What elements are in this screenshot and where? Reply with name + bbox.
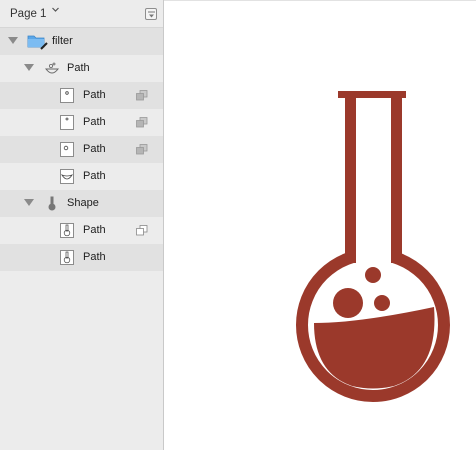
path-thumbnail-icon <box>60 88 74 103</box>
mask-icon[interactable] <box>136 117 148 128</box>
chevron-down-icon[interactable] <box>52 6 59 13</box>
page-menu-button[interactable] <box>145 8 157 20</box>
layer-label: Shape <box>67 197 99 209</box>
flask-neck-right <box>391 98 402 258</box>
group-path-icon <box>44 62 60 74</box>
bubble-small <box>374 295 390 311</box>
layer-row-path[interactable]: Path <box>0 163 163 190</box>
bubble-large <box>333 288 363 318</box>
layer-label: Path <box>83 251 106 263</box>
layers-panel: Page 1 filter Path Path Path Path Path S… <box>0 0 164 450</box>
layer-row-path[interactable]: Path <box>0 109 163 136</box>
bubble-top <box>365 267 381 283</box>
page-menu-icon <box>148 11 155 18</box>
path-thumbnail-icon <box>60 142 74 157</box>
page-selector[interactable]: Page 1 <box>10 8 46 20</box>
mask-icon[interactable] <box>136 144 148 155</box>
layer-row-path[interactable]: Path <box>0 217 163 244</box>
disclosure-triangle-icon[interactable] <box>8 37 18 45</box>
layer-label: Path <box>83 143 106 155</box>
path-thumbnail-icon <box>60 115 74 130</box>
mask-icon[interactable] <box>136 90 148 101</box>
disclosure-triangle-icon[interactable] <box>24 199 34 207</box>
flask-icon[interactable] <box>164 1 476 451</box>
artboard-canvas[interactable] <box>164 0 476 450</box>
mask-icon[interactable] <box>136 225 148 236</box>
path-thumbnail-icon <box>60 169 74 184</box>
folder-icon <box>27 35 48 50</box>
layer-row-filter[interactable]: filter <box>0 28 163 55</box>
flask-shape-icon <box>48 196 56 211</box>
layer-row-shape[interactable]: Shape <box>0 190 163 217</box>
path-thumbnail-icon <box>60 250 74 265</box>
layer-label: Path <box>83 116 106 128</box>
layer-label: Path <box>67 62 90 74</box>
layer-label: Path <box>83 89 106 101</box>
page-header: Page 1 <box>0 0 163 28</box>
disclosure-triangle-icon[interactable] <box>24 64 34 72</box>
layer-row-path[interactable]: Path <box>0 82 163 109</box>
path-thumbnail-icon <box>60 223 74 238</box>
flask-lip <box>338 91 406 98</box>
layer-row-path-group[interactable]: Path <box>0 55 163 82</box>
layer-label: Path <box>83 170 106 182</box>
layer-row-path[interactable]: Path <box>0 136 163 163</box>
layer-label: filter <box>52 35 73 47</box>
flask-neck-left <box>345 98 356 258</box>
layer-label: Path <box>83 224 106 236</box>
layer-row-path[interactable]: Path <box>0 244 163 271</box>
